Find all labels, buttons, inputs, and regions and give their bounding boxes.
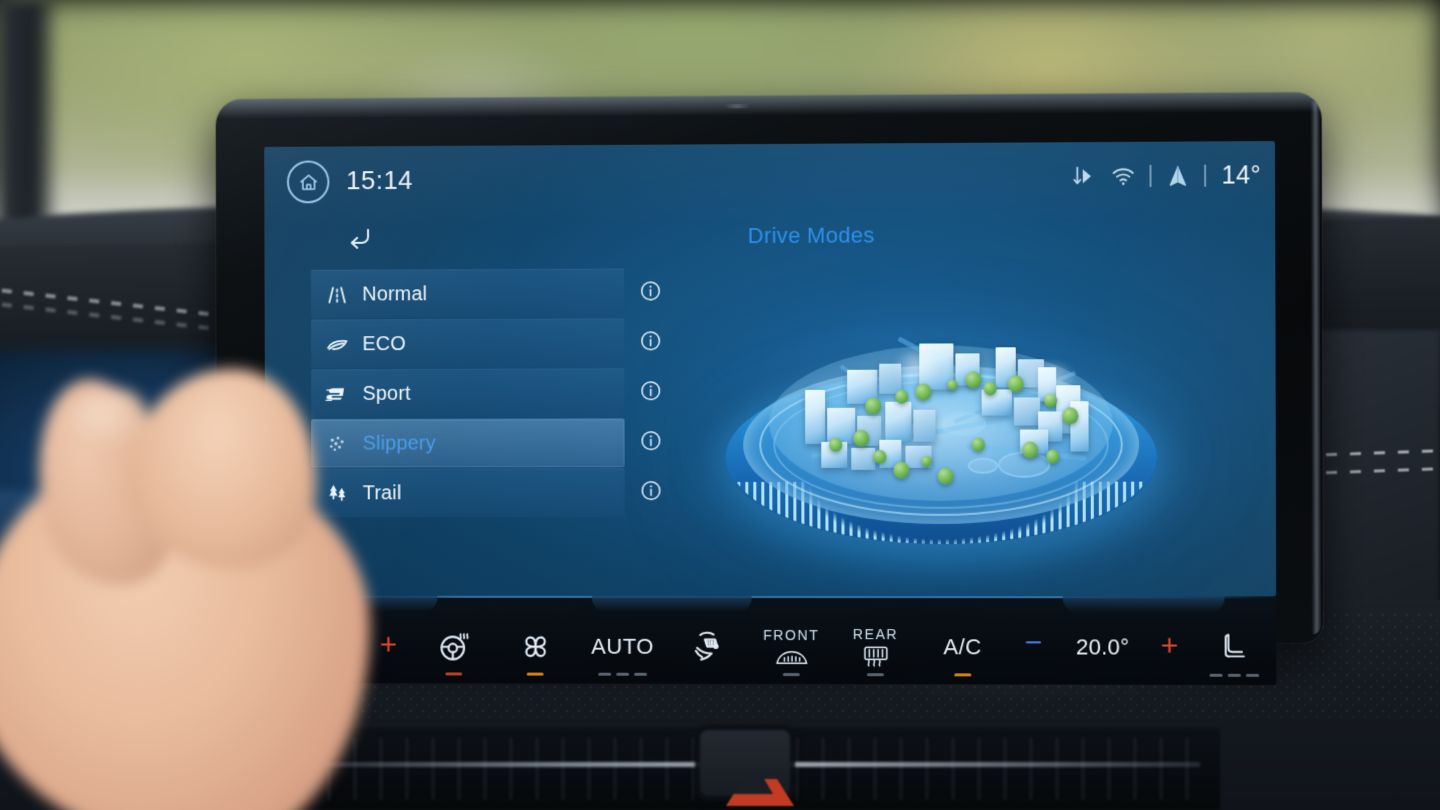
fan-indicator (527, 672, 544, 676)
passenger-temp-decrease-button[interactable]: − (1007, 610, 1059, 684)
city-model (768, 336, 1113, 501)
ac-button[interactable]: A/C (918, 610, 1008, 684)
airflow-mode-button[interactable] (669, 610, 750, 684)
rear-defrost-indicator (867, 673, 885, 677)
city-tree (965, 371, 982, 389)
rear-defrost-button[interactable]: REAR (833, 610, 918, 684)
heated-seat-icon (1218, 631, 1251, 665)
data-transfer-icon (1071, 163, 1097, 189)
city-building (885, 401, 912, 442)
user-hand (0, 330, 480, 810)
city-haze (1013, 363, 1085, 398)
city-plaza (967, 457, 998, 474)
status-divider-2 (1204, 164, 1207, 187)
city-tree (921, 455, 932, 467)
passenger-temp-value: 20.0° (1076, 634, 1130, 660)
city-building (851, 447, 876, 470)
city-tree (873, 449, 887, 464)
hazard-triangle-icon (726, 752, 794, 806)
city-building (913, 409, 936, 442)
drive-mode-label: Normal (362, 282, 428, 305)
rear-defrost-label: REAR (852, 625, 899, 642)
city-tree (937, 467, 954, 485)
3d-city-drive-mode-graphic (650, 251, 1255, 585)
home-icon (297, 171, 319, 193)
bezel-side-highlight (1310, 100, 1321, 635)
city-tree (1022, 441, 1039, 459)
city-tree (893, 461, 910, 479)
auto-indicator (598, 672, 648, 676)
auto-climate-button[interactable]: AUTO (576, 610, 668, 684)
city-building (805, 389, 826, 444)
auto-label: AUTO (591, 633, 654, 659)
car-interior-scene: 15:14 14° Drive Modes Normal ECO Sport S… (0, 0, 1440, 810)
heated-seat-indicator (1209, 673, 1260, 677)
city-tree (829, 437, 843, 452)
front-defrost-button[interactable]: FRONT (749, 610, 833, 684)
city-tree (915, 383, 932, 401)
bezel-sensor (724, 104, 751, 109)
page-title: Drive Modes (747, 222, 875, 249)
navigation-arrow-icon (1165, 163, 1191, 189)
plus-icon: + (1160, 628, 1179, 663)
clock: 15:14 (346, 164, 414, 196)
home-button[interactable] (286, 160, 330, 204)
status-divider-1 (1149, 164, 1152, 187)
road-lines-icon (311, 282, 362, 307)
front-defrost-icon (773, 646, 809, 668)
city-haze (887, 351, 948, 382)
city-tree (895, 389, 909, 404)
ac-label: A/C (943, 634, 982, 660)
status-bar: 15:14 14° (264, 141, 1275, 212)
city-tree (1046, 449, 1060, 464)
front-defrost-indicator (782, 673, 800, 677)
city-tree (947, 379, 958, 391)
city-tree (983, 381, 997, 396)
city-building (1013, 397, 1041, 426)
front-defrost-label: FRONT (763, 626, 820, 643)
airflow-windshield-face-icon (689, 627, 729, 667)
heated-seat-button[interactable] (1193, 610, 1277, 685)
minus-icon: − (1024, 626, 1043, 660)
city-tree (865, 397, 882, 415)
ac-indicator (954, 673, 972, 677)
fan-icon (519, 630, 553, 664)
passenger-temperature-display: 20.0° (1059, 610, 1146, 684)
fan-speed-button[interactable] (495, 610, 577, 684)
wifi-icon (1110, 163, 1136, 189)
city-plaza (939, 411, 986, 436)
rear-defrost-icon (858, 645, 892, 669)
city-tree (1062, 407, 1079, 425)
city-tree (971, 437, 985, 452)
city-tree (853, 429, 870, 447)
drive-mode-row-normal[interactable]: Normal (310, 268, 625, 319)
status-icons: 14° (1071, 157, 1261, 194)
outside-temperature: 14° (1221, 160, 1261, 190)
passenger-temp-increase-button[interactable]: + (1146, 610, 1193, 684)
